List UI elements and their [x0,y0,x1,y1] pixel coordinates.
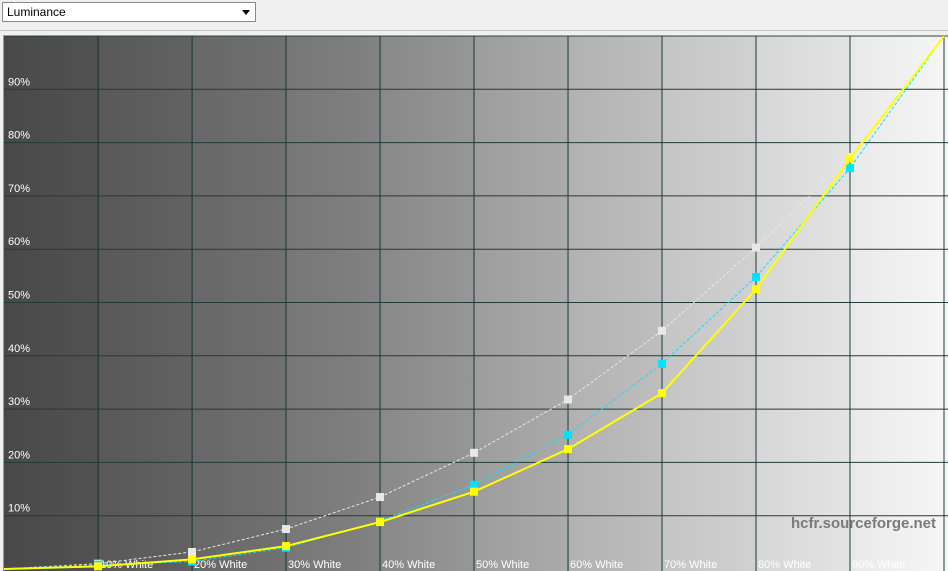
data-point [564,430,572,439]
data-point [188,547,196,556]
data-point [752,243,760,252]
y-tick-label: 70% [8,183,30,195]
chevron-down-icon[interactable] [239,4,253,20]
data-point [846,154,854,163]
data-point [658,326,666,335]
data-point [846,164,854,173]
view-select-value: Luminance [7,5,66,19]
data-point [282,525,290,534]
data-point [282,542,290,551]
data-point [188,555,196,564]
chart-svg: 10%20%30%40%50%60%70%80%90%10% White 20% … [4,36,948,571]
y-tick-label: 10% [8,503,30,515]
y-tick-label: 60% [8,236,30,248]
view-select-dropdown[interactable]: Luminance [2,2,256,22]
data-point [470,448,478,457]
data-point [376,518,384,527]
x-tick-label: 90% White [852,559,905,571]
y-tick-label: 80% [8,130,30,142]
x-tick-label: 80% White [758,559,811,571]
y-tick-label: 40% [8,343,30,355]
x-tick-label: 50% White [476,559,529,571]
x-tick-label: 20% White [194,559,247,571]
y-tick-label: 90% [8,76,30,88]
x-tick-label: 30% White [288,559,341,571]
data-point [564,395,572,404]
data-point [658,389,666,398]
data-point [470,487,478,496]
data-point [658,359,666,368]
y-tick-label: 20% [8,449,30,461]
x-tick-label: 70% White [664,559,717,571]
data-point [564,445,572,454]
data-point [470,480,478,489]
data-point [752,272,760,281]
data-point [94,562,102,571]
data-point [752,285,760,294]
toolbar: Luminance [0,0,948,31]
data-point [376,493,384,502]
watermark-text: hcfr.sourceforge.net [791,515,936,532]
x-tick-label: 40% White [382,559,435,571]
luminance-chart: 10% 20% 30% 40% 50% 60% 70% 80% 90% 10% White 20% … [3,35,948,571]
y-tick-label: 30% [8,396,30,408]
y-tick-label: 50% [8,290,30,302]
x-tick-label: 60% White [570,559,623,571]
